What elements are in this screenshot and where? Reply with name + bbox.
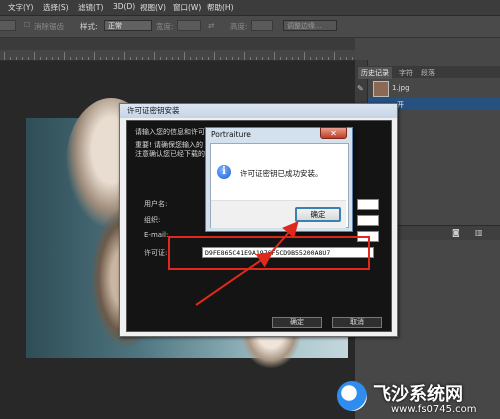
- watermark-url: www.fs0745.com: [391, 404, 477, 415]
- watermark: 飞沙系统网 www.fs0745.com: [337, 377, 500, 419]
- arrow-to-license: [195, 251, 274, 306]
- arrow-to-ok: [269, 220, 299, 255]
- annotation-arrows: [195, 220, 299, 306]
- watermark-name: 飞沙系统网: [373, 384, 463, 405]
- watermark-logo-icon: [337, 381, 367, 411]
